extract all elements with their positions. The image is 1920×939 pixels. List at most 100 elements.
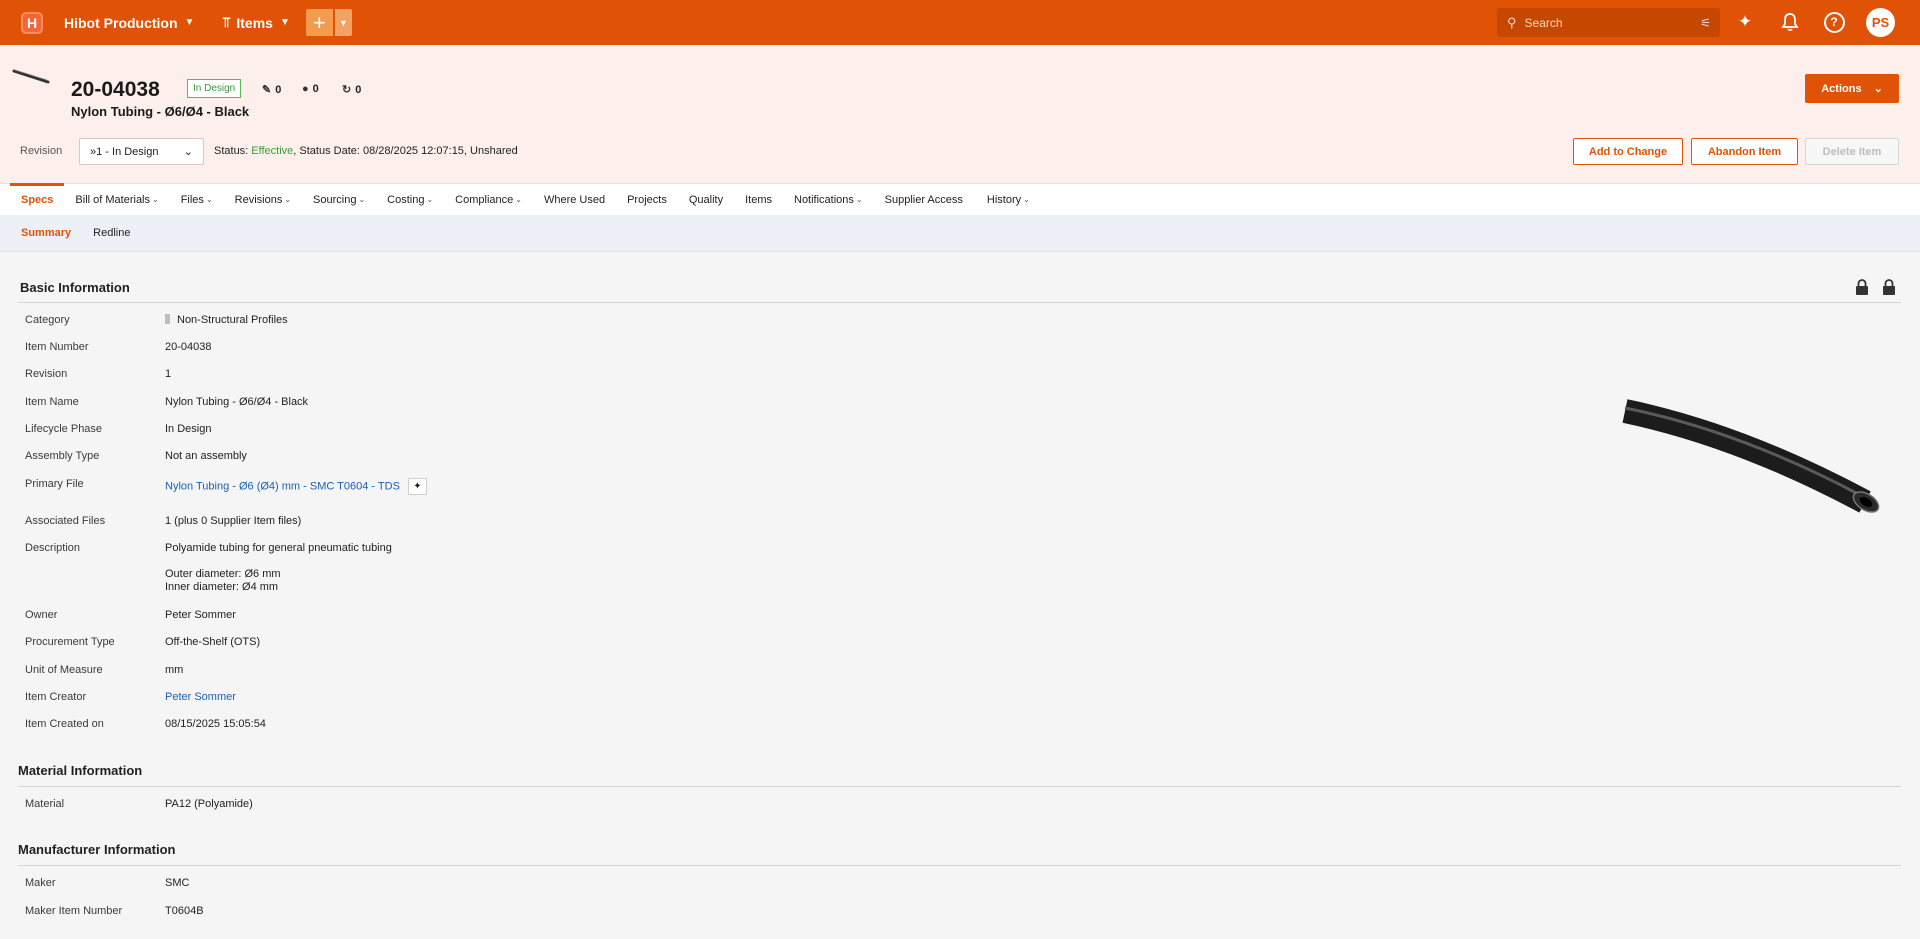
workspace-switcher[interactable]: Hibot Production ▼ (64, 15, 194, 31)
tab-label: Bill of Materials (75, 193, 150, 206)
procurement-type-label: Procurement Type (25, 636, 115, 648)
tab-notifications[interactable]: Notifications ⌄ (783, 184, 874, 215)
owner-label: Owner (25, 609, 58, 621)
items-menu[interactable]: ⫪ Items ▼ (222, 14, 289, 31)
advanced-search-icon[interactable]: ⚟ (1700, 16, 1711, 30)
owner-value: Peter Sommer (165, 609, 236, 621)
tab-label: Files (180, 193, 204, 206)
revision-select-value: »1 - In Design (90, 145, 159, 158)
lock-icon[interactable] (1855, 279, 1869, 295)
material-information-heading: Material Information (18, 763, 143, 778)
revision-field-label: Revision (25, 368, 68, 380)
revision-select[interactable]: »1 - In Design ⌄ (79, 138, 204, 165)
item-header: 20-04038 In Design ✎ 0 ● 0 ↻ 0 Nylon Tub… (0, 45, 1920, 183)
edit-icon: ✎ (262, 84, 272, 96)
chevron-down-icon: ⌄ (855, 195, 863, 204)
workflows-counter[interactable]: ↻ 0 (342, 83, 362, 97)
actions-button[interactable]: Actions ⌄ (1805, 74, 1899, 103)
chevron-down-icon: ▼ (184, 17, 195, 28)
search-icon: ⚲ (1507, 14, 1517, 30)
chevron-down-icon: ⌄ (205, 195, 213, 204)
tab-label: Quality (688, 193, 724, 206)
add-to-change-button[interactable]: Add to Change (1573, 138, 1683, 165)
tab-where-used[interactable]: Where Used (533, 184, 616, 215)
tab-label: Sourcing (313, 193, 357, 206)
tab-sourcing[interactable]: Sourcing ⌄ (302, 184, 376, 215)
associated-files-label: Associated Files (25, 515, 106, 527)
tab-costing[interactable]: Costing ⌄ (376, 184, 444, 215)
tab-label: Revisions (234, 193, 283, 206)
material-value: PA12 (Polyamide) (165, 798, 253, 810)
lifecycle-phase-value: In Design (165, 423, 212, 435)
create-new-menu-button[interactable]: ▼ (334, 9, 352, 36)
maker-value: SMC (165, 877, 190, 889)
lifecycle-status-badge: In Design (187, 79, 242, 98)
primary-file-label: Primary File (25, 478, 84, 490)
lifecycle-phase-label: Lifecycle Phase (25, 423, 103, 435)
app-logo[interactable]: H (21, 11, 43, 34)
item-product-image (1622, 399, 1880, 513)
ai-sparkle-icon[interactable]: ✦ (1734, 11, 1756, 33)
procurement-type-value: Off-the-Shelf (OTS) (165, 636, 261, 648)
users-counter[interactable]: ● 0 (302, 83, 319, 95)
tab-bill-of-materials[interactable]: Bill of Materials ⌄ (64, 184, 169, 215)
revision-field-value: 1 (165, 368, 172, 380)
refresh-icon: ↻ (342, 84, 352, 96)
tab-label: Projects (627, 193, 667, 206)
item-number-value: 20-04038 (165, 341, 212, 353)
item-creator-link[interactable]: Peter Sommer (165, 691, 236, 703)
category-text: Non-Structural Profiles (177, 314, 288, 326)
global-search: ⚲ ⚟ (1497, 8, 1720, 37)
ai-summarize-icon[interactable]: ✦ (407, 478, 427, 495)
section-divider (18, 302, 1901, 303)
status-prefix: Status: (214, 145, 252, 157)
tab-files[interactable]: Files ⌄ (170, 184, 224, 215)
tab-items[interactable]: Items (734, 184, 783, 215)
help-icon[interactable]: ? (1823, 11, 1845, 33)
user-avatar[interactable]: PS (1866, 8, 1895, 37)
workflows-count: 0 (355, 83, 362, 96)
lock-icon[interactable] (1882, 279, 1896, 295)
material-label: Material (25, 798, 65, 810)
status-line: Status: Effective, Status Date: 08/28/20… (214, 145, 518, 157)
abandon-item-button[interactable]: Abandon Item (1691, 138, 1798, 165)
notifications-bell-icon[interactable] (1779, 11, 1801, 33)
specs-subtabs: Summary Redline (0, 215, 1920, 252)
tab-label: Where Used (543, 193, 606, 206)
item-name-label: Item Name (25, 396, 79, 408)
changes-count: 0 (275, 83, 282, 96)
tab-compliance[interactable]: Compliance ⌄ (444, 184, 533, 215)
manufacturer-information-heading: Manufacturer Information (18, 842, 176, 857)
chevron-down-icon: ⌄ (358, 195, 366, 204)
item-created-on-value: 08/15/2025 15:05:54 (165, 718, 266, 730)
status-date: , Status Date: 08/28/2025 12:07:15, Unsh… (293, 145, 518, 157)
tab-revisions[interactable]: Revisions ⌄ (224, 184, 302, 215)
changes-counter[interactable]: ✎ 0 (262, 83, 282, 97)
tab-projects[interactable]: Projects (616, 184, 678, 215)
create-new-button[interactable]: + (305, 9, 333, 36)
assembly-type-value: Not an assembly (165, 450, 247, 462)
primary-file-link[interactable]: Nylon Tubing - Ø6 (Ø4) mm - SMC T0604 - … (165, 480, 400, 492)
chevron-down-icon: ⌄ (284, 195, 292, 204)
maker-item-number-value: T0604B (165, 905, 204, 917)
revision-label: Revision (20, 145, 63, 157)
tab-specs[interactable]: Specs (10, 183, 65, 215)
category-value: Non-Structural Profiles (165, 314, 288, 326)
associated-files-value: 1 (plus 0 Supplier Item files) (165, 515, 302, 527)
tab-label: Specs (21, 193, 54, 206)
tab-label: Compliance (455, 193, 514, 206)
item-title: Nylon Tubing - Ø6/Ø4 - Black (71, 104, 250, 119)
subtab-redline[interactable]: Redline (82, 227, 141, 239)
delete-item-button[interactable]: Delete Item (1805, 138, 1899, 165)
tab-supplier-access[interactable]: Supplier Access (874, 184, 974, 215)
search-input[interactable] (1524, 15, 1685, 30)
tab-history[interactable]: History ⌄ (976, 184, 1041, 215)
workspace-name: Hibot Production (64, 14, 178, 31)
chevron-down-icon: ⌄ (1873, 83, 1883, 95)
tab-quality[interactable]: Quality (678, 184, 734, 215)
description-line-1: Polyamide tubing for general pneumatic t… (165, 542, 392, 554)
description-label: Description (25, 542, 81, 554)
subtab-summary[interactable]: Summary (10, 227, 82, 239)
chevron-down-icon: ▼ (279, 17, 290, 28)
primary-file-value: Nylon Tubing - Ø6 (Ø4) mm - SMC T0604 - … (165, 478, 427, 495)
